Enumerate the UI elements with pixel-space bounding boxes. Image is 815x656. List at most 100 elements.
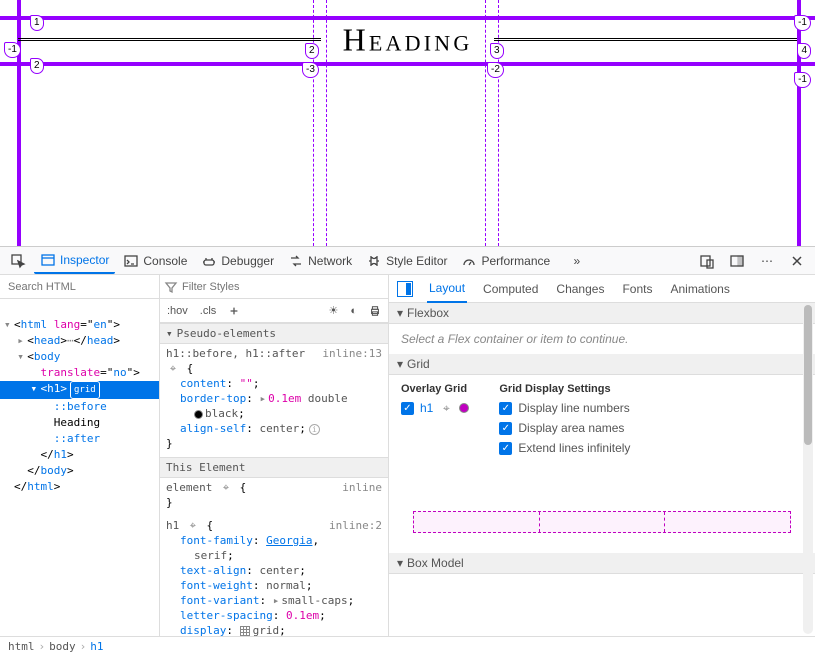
- more-button[interactable]: ⋯: [753, 249, 781, 273]
- layout-panel: Layout Computed Changes Fonts Animations…: [389, 275, 815, 636]
- setting-area-names-checkbox[interactable]: ✓: [499, 422, 512, 435]
- rule-source[interactable]: inline:13: [322, 346, 382, 361]
- grid-number: -1: [794, 72, 811, 88]
- devtools-toolbar: Inspector Console Debugger Network Style…: [0, 246, 815, 275]
- grid-number: 2: [30, 58, 44, 74]
- dom-line[interactable]: Heading: [0, 415, 159, 431]
- grid-line-v3b: [498, 0, 499, 246]
- expand-icon[interactable]: ▾: [166, 326, 173, 341]
- dark-scheme-button[interactable]: ◐: [347, 303, 360, 319]
- grid-icon[interactable]: [240, 626, 250, 636]
- grid-settings-title: Grid Display Settings: [499, 383, 630, 395]
- grid-color-swatch[interactable]: [459, 403, 469, 413]
- scrollbar-thumb[interactable]: [804, 305, 812, 445]
- pick-element-button[interactable]: [4, 249, 32, 273]
- layout-tab-computed[interactable]: Computed: [481, 276, 540, 302]
- breadcrumb: html › body › h1: [0, 636, 815, 656]
- grid-line-v1: [17, 0, 21, 246]
- dom-line[interactable]: ▾<h1>grid: [0, 381, 159, 399]
- rule-selector[interactable]: h1: [166, 519, 179, 532]
- flexbox-section-header[interactable]: ▾Flexbox: [389, 303, 815, 324]
- selector-highlighter-icon[interactable]: ⌖: [219, 481, 233, 495]
- grid-line-v3: [485, 0, 486, 246]
- grid-line-h2: [0, 62, 815, 66]
- overlay-grid-item[interactable]: h1: [420, 401, 433, 415]
- this-element-header: This Element: [166, 460, 245, 475]
- grid-outline-preview[interactable]: [413, 511, 791, 533]
- grid-number: 4: [797, 43, 811, 59]
- tab-console[interactable]: Console: [117, 249, 193, 273]
- grid-number: -1: [794, 15, 811, 31]
- search-html-input[interactable]: [8, 281, 150, 293]
- grid-number: 2: [305, 43, 319, 59]
- cls-button[interactable]: .cls: [197, 303, 220, 319]
- dom-line[interactable]: ::after: [0, 431, 159, 447]
- setting-label: Display area names: [518, 421, 624, 435]
- pseudo-elements-header: Pseudo-elements: [177, 326, 276, 341]
- grid-line-v4: [797, 0, 801, 246]
- chevron-right-icon: ›: [39, 640, 46, 653]
- tab-inspector[interactable]: Inspector: [34, 248, 115, 274]
- grid-number: 1: [30, 15, 44, 31]
- dom-line[interactable]: </h1>: [0, 447, 159, 463]
- scrollbar[interactable]: [803, 305, 813, 634]
- tab-style-editor[interactable]: Style Editor: [360, 249, 453, 273]
- grid-number: -3: [302, 62, 319, 78]
- dom-line[interactable]: ::before: [0, 399, 159, 415]
- dom-line[interactable]: ▸<head>⋯</head>: [0, 333, 159, 349]
- tab-network[interactable]: Network: [282, 249, 358, 273]
- selector-highlighter-icon[interactable]: ⌖: [186, 519, 200, 533]
- rules-body[interactable]: ▾ Pseudo-elements h1::before, h1::after i…: [160, 323, 388, 636]
- dock-button[interactable]: [723, 249, 751, 273]
- info-icon[interactable]: i: [309, 424, 320, 435]
- setting-line-numbers-checkbox[interactable]: ✓: [499, 402, 512, 415]
- crumb-html[interactable]: html: [8, 640, 35, 653]
- page-viewport: Heading 1 2 -3 3 -2 4 -1 2 -1 -1: [0, 0, 815, 246]
- layout-tab-animations[interactable]: Animations: [668, 276, 731, 302]
- grid-number: -2: [487, 62, 504, 78]
- dom-line[interactable]: [0, 301, 159, 317]
- tab-performance[interactable]: Performance: [455, 249, 556, 273]
- layout-tab-fonts[interactable]: Fonts: [620, 276, 654, 302]
- overlay-grid-checkbox[interactable]: ✓: [401, 402, 414, 415]
- grid-line-v2: [313, 0, 314, 246]
- selector-highlighter-icon[interactable]: ⌖: [166, 362, 180, 376]
- tab-debugger[interactable]: Debugger: [195, 249, 280, 273]
- crumb-h1[interactable]: h1: [90, 640, 103, 653]
- close-button[interactable]: [783, 249, 811, 273]
- dom-line[interactable]: </html>: [0, 479, 159, 495]
- dom-line[interactable]: </body>: [0, 463, 159, 479]
- rule-selector[interactable]: h1::before, h1::after: [166, 347, 305, 360]
- light-scheme-button[interactable]: ☀: [325, 302, 341, 319]
- setting-label: Display line numbers: [518, 401, 629, 415]
- grid-line-v2b: [326, 0, 327, 246]
- rule-source[interactable]: inline:2: [329, 518, 382, 533]
- grid-highlighter-icon[interactable]: ⌖: [439, 401, 453, 415]
- hov-button[interactable]: :hov: [164, 303, 191, 319]
- grid-number: -1: [4, 42, 21, 58]
- layout-tab-layout[interactable]: Layout: [427, 275, 467, 303]
- rules-panel: :hov .cls ☀ ◐ ▾ Pseudo-elements h1::befor…: [160, 275, 389, 636]
- layout-tab-changes[interactable]: Changes: [554, 276, 606, 302]
- crumb-body[interactable]: body: [49, 640, 76, 653]
- new-rule-button[interactable]: [225, 303, 243, 319]
- heading-rule-left: [18, 38, 321, 41]
- flexbox-empty-message: Select a Flex container or item to conti…: [401, 332, 628, 346]
- rule-source[interactable]: inline: [342, 480, 382, 495]
- boxmodel-section-header[interactable]: ▾Box Model: [389, 553, 815, 574]
- dom-line[interactable]: translate="no">: [0, 365, 159, 381]
- heading-rule-right: [494, 38, 797, 41]
- responsive-mode-button[interactable]: [693, 249, 721, 273]
- dom-line[interactable]: ▾<body: [0, 349, 159, 365]
- sidebar-toggle-button[interactable]: [397, 281, 413, 297]
- tab-overflow[interactable]: »: [558, 249, 586, 273]
- dom-tree[interactable]: ▾<html lang="en"> ▸<head>⋯</head> ▾<body…: [0, 299, 159, 636]
- grid-section-header[interactable]: ▾Grid: [389, 354, 815, 375]
- setting-extend-lines-checkbox[interactable]: ✓: [499, 442, 512, 455]
- filter-icon: [164, 280, 178, 294]
- filter-styles-input[interactable]: [182, 281, 384, 293]
- print-button[interactable]: [366, 303, 384, 319]
- dom-line[interactable]: ▾<html lang="en">: [0, 317, 159, 333]
- rule-selector[interactable]: element: [166, 481, 212, 494]
- grid-number: 3: [490, 43, 504, 59]
